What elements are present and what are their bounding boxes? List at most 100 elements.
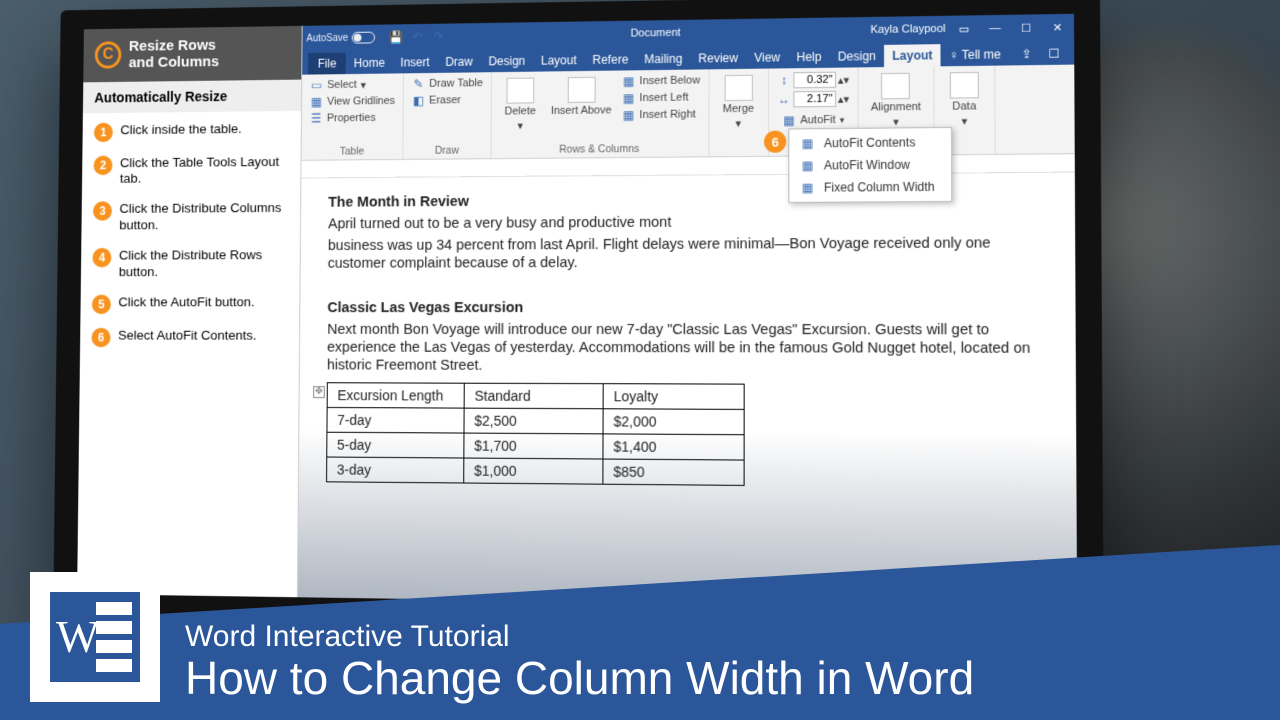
data-button[interactable]: Data▾ (943, 70, 987, 130)
table-cell[interactable]: 3-day (327, 457, 464, 483)
delete-label: Delete (505, 105, 536, 117)
spinner-icon[interactable]: ▴▾ (838, 73, 849, 86)
undo-icon[interactable]: ↶ (410, 30, 424, 44)
autofit-window-icon: ▦ (800, 158, 816, 172)
delete-button[interactable]: Delete▾ (499, 76, 541, 135)
sidebar-title-line1: Resize Rows (129, 37, 219, 55)
table-cell[interactable]: $2,500 (464, 408, 603, 434)
step-number-badge: 4 (92, 248, 111, 268)
properties-icon: ☰ (310, 112, 324, 126)
tab-insert[interactable]: Insert (393, 51, 438, 73)
doc-heading-2: Classic Las Vegas Excursion (327, 300, 523, 316)
column-width-input[interactable] (793, 91, 836, 108)
tab-file[interactable]: File (308, 53, 346, 75)
table-row: 7-day $2,500 $2,000 (327, 408, 744, 435)
tab-layout[interactable]: Layout (533, 49, 585, 71)
insert-left-icon: ▦ (622, 91, 636, 105)
toggle-off-icon (352, 32, 375, 44)
table-cell[interactable]: $1,400 (603, 434, 744, 460)
row-height-stepper[interactable]: ↕▴▾ (777, 72, 850, 89)
insert-below-button[interactable]: ▦Insert Below (622, 73, 701, 88)
group-merge: Merge▾ (709, 69, 769, 157)
redo-icon[interactable]: ↷ (432, 30, 446, 44)
alignment-icon (881, 73, 910, 100)
insert-left-button[interactable]: ▦Insert Left (622, 90, 701, 105)
doc-heading-1: The Month in Review (328, 194, 469, 211)
save-icon[interactable]: 💾 (389, 30, 403, 44)
caption-title: How to Change Column Width in Word (185, 654, 974, 702)
comments-icon[interactable]: ☐ (1040, 42, 1068, 65)
merge-button[interactable]: Merge▾ (717, 73, 759, 133)
eraser-button[interactable]: ◧Eraser (412, 93, 483, 108)
step-number-badge: 5 (92, 294, 111, 314)
table-move-handle-icon[interactable]: ✥ (313, 386, 325, 398)
menu-fixed-width[interactable]: ▦Fixed Column Width (791, 176, 949, 199)
table-cell[interactable]: 7-day (327, 408, 464, 434)
view-gridlines-button[interactable]: ▦View Gridlines (310, 94, 395, 109)
autofit-menu: ▦AutoFit Contents ▦AutoFit Window ▦Fixed… (788, 127, 952, 203)
draw-table-button[interactable]: ✎Draw Table (412, 76, 483, 91)
document-area[interactable]: The Month in Review April turned out to … (298, 173, 1077, 609)
table-header[interactable]: Loyalty (603, 384, 744, 410)
ribbon-display-icon[interactable]: ▭ (952, 22, 977, 36)
spinner-icon[interactable]: ▴▾ (838, 92, 849, 105)
group-rows-columns: Delete▾ Insert Above ▦Insert Below ▦Inse… (491, 69, 709, 158)
insert-right-icon: ▦ (621, 108, 635, 122)
insert-right-label: Insert Right (639, 108, 695, 121)
tab-view[interactable]: View (746, 46, 788, 69)
table-row: 3-day $1,000 $850 (327, 457, 745, 485)
insert-above-label: Insert Above (551, 104, 612, 117)
step-number-badge: 6 (91, 328, 110, 348)
chevron-down-icon: ▾ (361, 78, 366, 91)
tell-me[interactable]: ♀ Tell me (941, 43, 1009, 66)
tell-me-label: Tell me (962, 47, 1001, 62)
group-draw: ✎Draw Table ◧Eraser Draw (403, 72, 491, 159)
fixed-width-label: Fixed Column Width (824, 180, 935, 195)
autofit-label: AutoFit (800, 114, 835, 126)
close-icon[interactable]: ✕ (1045, 20, 1070, 34)
select-label: Select (327, 79, 357, 91)
tab-help[interactable]: Help (788, 46, 829, 69)
doc-paragraph-2: Next month Bon Voyage will introduce our… (327, 321, 1047, 377)
tab-table-design[interactable]: Design (830, 45, 884, 68)
menu-autofit-contents[interactable]: ▦AutoFit Contents (791, 131, 949, 155)
callout-badge-6: 6 (764, 131, 786, 153)
autofit-contents-icon: ▦ (800, 136, 816, 150)
table-cell[interactable]: 5-day (327, 432, 464, 458)
autosave-toggle[interactable]: AutoSave (306, 32, 375, 45)
maximize-icon[interactable]: ☐ (1014, 21, 1039, 35)
step-number-badge: 3 (93, 201, 112, 221)
properties-button[interactable]: ☰Properties (310, 111, 395, 126)
row-height-input[interactable] (793, 72, 836, 89)
step-item: 4Click the Distribute Rows button. (92, 247, 288, 281)
tab-references[interactable]: Refere (585, 48, 637, 71)
alignment-button[interactable]: Alignment▾ (867, 71, 925, 131)
table-cell[interactable]: $2,000 (603, 409, 744, 435)
user-name[interactable]: Kayla Claypool (870, 23, 945, 36)
menu-autofit-window[interactable]: ▦AutoFit Window (791, 153, 949, 176)
tab-draw[interactable]: Draw (437, 51, 480, 73)
width-icon: ↔ (777, 92, 791, 106)
table-header[interactable]: Excursion Length (327, 383, 464, 408)
sidebar-title-line2: and Columns (129, 54, 219, 72)
share-icon[interactable]: ⇪ (1013, 43, 1040, 66)
data-icon (950, 72, 979, 99)
table-cell[interactable]: $850 (603, 459, 744, 485)
select-button[interactable]: ▭Select ▾ (310, 77, 395, 92)
pricing-table[interactable]: Excursion Length Standard Loyalty 7-day … (326, 382, 745, 486)
insert-above-button[interactable]: Insert Above (547, 75, 616, 119)
tab-review[interactable]: Review (690, 47, 746, 70)
insert-right-button[interactable]: ▦ Insert Right (621, 107, 700, 122)
column-width-stepper[interactable]: ↔ ▴▾ (777, 91, 850, 108)
tab-design[interactable]: Design (481, 50, 534, 72)
table-header[interactable]: Standard (464, 383, 603, 409)
group-label-table: Table (309, 143, 395, 158)
table-cell[interactable]: $1,700 (464, 433, 603, 459)
minimize-icon[interactable]: — (983, 22, 1008, 35)
tab-table-layout[interactable]: Layout (884, 44, 941, 67)
tab-mailings[interactable]: Mailing (636, 48, 690, 71)
table-cell[interactable]: $1,000 (464, 458, 603, 484)
eraser-icon: ◧ (412, 94, 426, 108)
step-text: Select AutoFit Contents. (118, 328, 257, 345)
tab-home[interactable]: Home (346, 52, 393, 74)
